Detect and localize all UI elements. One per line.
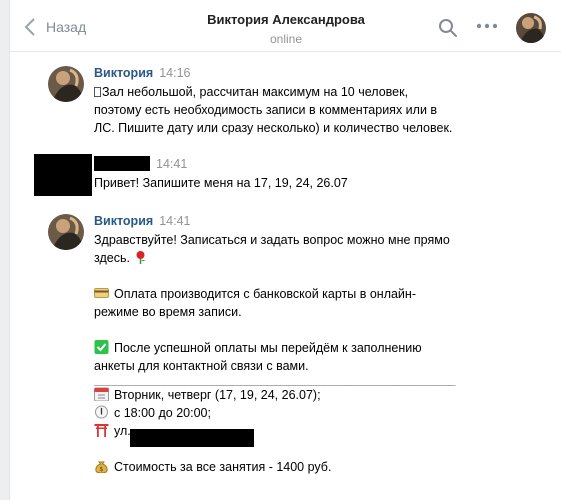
back-label: Назад [46, 19, 87, 35]
message-line: поэтому есть необходимость записи в комм… [94, 103, 438, 117]
message-line-text: После успешной оплаты мы перейдём к запо… [114, 341, 422, 355]
divider-line: ________________________________________… [94, 375, 456, 386]
message-author[interactable]: Виктория [94, 66, 153, 80]
message-line: ЛС. Пишите дату или сразу несколько) и к… [94, 121, 453, 135]
message-text: Зал небольшой, рассчитан максимум на 10 … [94, 83, 494, 137]
message-line: Зал небольшой, рассчитан максимум на 10 … [94, 83, 494, 101]
more-dots-icon[interactable] [476, 22, 498, 30]
redacted-avatar [34, 154, 92, 196]
message-line-text: Стоимость за все занятия - 1400 руб. [114, 460, 332, 474]
chat-title: Виктория Александрова [207, 12, 365, 27]
avatar-photo [48, 66, 84, 102]
message-line: с 18:00 до 20:00; [94, 404, 554, 422]
message-line: После успешной оплаты мы перейдём к запо… [94, 339, 554, 357]
svg-text:$: $ [99, 465, 103, 473]
message-line: здесь. [94, 249, 554, 267]
clock-emoji [95, 405, 108, 419]
message-line: Вторник, четверг (17, 19, 24, 26.07); [94, 386, 554, 404]
header-avatar[interactable] [516, 13, 546, 43]
message-time[interactable]: 14:16 [159, 66, 190, 80]
message-line: Привет! Запишите меня на 17, 19, 24, 26.… [94, 176, 348, 190]
message-time[interactable]: 14:41 [156, 157, 187, 171]
message-line: Здравствуйте! Записаться и задать вопрос… [94, 233, 450, 247]
message-author[interactable]: Виктория [94, 214, 153, 228]
avatar[interactable] [48, 214, 84, 250]
message: Виктория 14:16 Зал небольшой, рассчитан м… [10, 66, 561, 146]
message: 14:41 Привет! Запишите меня на 17, 19, 2… [10, 154, 561, 197]
redacted-address [130, 429, 254, 447]
message-line-text: Оплата производится с банковской карты в… [114, 287, 416, 301]
message-line: анкеты для контактной связи с вами. [94, 359, 309, 373]
message-line: Оплата производится с банковской карты в… [94, 285, 554, 303]
missing-glyph-icon [94, 87, 101, 97]
message-line-text: здесь. [94, 251, 130, 265]
message-line-text: Вторник, четверг (17, 19, 24, 26.07); [114, 388, 321, 402]
message-line-text: Зал небольшой, рассчитан максимум на 10 … [102, 85, 409, 99]
message-line: $ Стоимость за все занятия - 1400 руб. [94, 458, 554, 476]
message-line-text: с 18:00 до 20:00; [114, 406, 211, 420]
search-icon[interactable] [438, 18, 458, 38]
message-text: Привет! Запишите меня на 17, 19, 24, 26.… [94, 174, 494, 192]
message-meta: Виктория 14:41 [94, 214, 190, 228]
chat-title-block[interactable]: Виктория Александрова online [160, 12, 412, 46]
money-bag-emoji: $ [95, 461, 108, 473]
avatar-photo [516, 13, 546, 43]
avatar-photo [48, 214, 84, 250]
message: Виктория 14:41 Здравствуйте! Записаться и… [10, 214, 561, 500]
chat-page: Назад Виктория Александрова online Викто… [9, 0, 561, 500]
chevron-left-icon [24, 18, 35, 36]
chat-header: Назад Виктория Александрова online [10, 0, 561, 52]
rose-emoji [136, 251, 145, 264]
redacted-author [94, 156, 150, 171]
back-button[interactable]: Назад [24, 16, 86, 38]
message-line: режиме во время записи. [94, 305, 242, 319]
message-time[interactable]: 14:41 [159, 214, 190, 228]
calendar-emoji [94, 387, 109, 401]
message-meta: Виктория 14:16 [94, 66, 190, 80]
avatar[interactable] [48, 66, 84, 102]
message-line-text: ул. [114, 424, 131, 438]
online-status: online [269, 32, 303, 46]
torii-gate-emoji [94, 424, 109, 437]
message-meta: 14:41 [156, 157, 187, 171]
check-mark-emoji [94, 340, 109, 354]
credit-card-emoji [94, 288, 109, 298]
